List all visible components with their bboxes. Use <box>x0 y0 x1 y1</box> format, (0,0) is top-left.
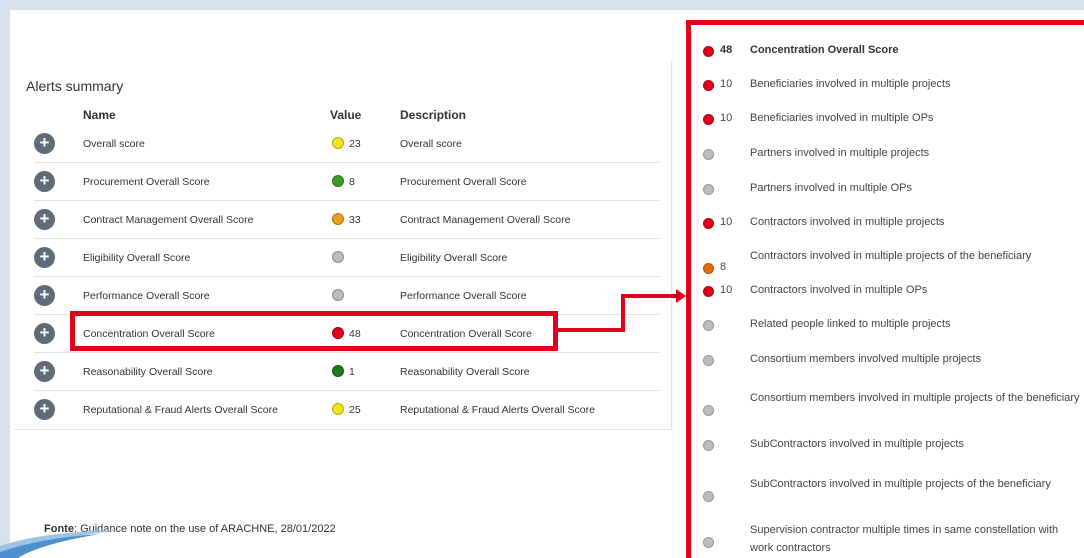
status-dot-icon <box>332 289 344 301</box>
status-dot-icon <box>703 46 714 57</box>
item-label: Concentration Overall Score <box>750 44 899 56</box>
item-value: 10 <box>720 112 733 124</box>
item-label: Beneficiaries involved in multiple proje… <box>750 78 951 90</box>
status-dot-icon <box>703 440 714 451</box>
top-band <box>0 0 1084 10</box>
status-dot-icon <box>703 114 714 125</box>
status-dot-icon <box>703 263 714 274</box>
table-row: + Overall score 23 Overall score <box>34 125 660 163</box>
row-name: Procurement Overall Score <box>83 176 210 188</box>
arrow-right-icon <box>676 289 686 303</box>
connector-line-vertical <box>621 294 625 330</box>
row-description: Reasonability Overall Score <box>400 366 530 378</box>
table-row: + Contract Management Overall Score 33 Cont… <box>34 201 660 239</box>
item-value: 10 <box>720 284 733 296</box>
item-value: 10 <box>720 216 733 228</box>
row-value <box>332 289 349 302</box>
item-value: 8 <box>720 261 727 273</box>
item-value: 10 <box>720 78 733 90</box>
status-dot-icon <box>703 355 714 366</box>
row-value: 1 <box>332 365 355 378</box>
row-value <box>332 251 349 264</box>
item-label: Contractors involved in multiple OPs <box>750 284 928 296</box>
row-name: Reputational & Fraud Alerts Overall Scor… <box>83 404 278 416</box>
connector-line-top <box>621 294 677 298</box>
table-row: + Performance Overall Score Performance Ov… <box>34 277 660 315</box>
table-row: + Reputational & Fraud Alerts Overall Sco… <box>34 391 660 429</box>
row-value-number: 8 <box>349 176 355 188</box>
expand-plus-icon[interactable]: + <box>34 285 55 306</box>
item-label: Related people linked to multiple projec… <box>750 318 951 330</box>
status-dot-icon <box>703 80 714 91</box>
expand-plus-icon[interactable]: + <box>34 399 55 420</box>
column-header-name: Name <box>83 108 116 122</box>
status-dot-icon <box>332 137 344 149</box>
item-value: 48 <box>720 44 733 56</box>
row-description: Procurement Overall Score <box>400 176 527 188</box>
item-label: Partners involved in multiple projects <box>750 147 930 159</box>
row-name: Contract Management Overall Score <box>83 214 254 226</box>
expand-plus-icon[interactable]: + <box>34 209 55 230</box>
column-header-description: Description <box>400 108 467 122</box>
row-description: Eligibility Overall Score <box>400 252 508 264</box>
row-description: Contract Management Overall Score <box>400 214 571 226</box>
item-label: SubContractors involved in multiple proj… <box>750 478 1051 490</box>
item-label: SubContractors involved in multiple proj… <box>750 438 964 450</box>
item-label: Beneficiaries involved in multiple OPs <box>750 112 934 124</box>
row-description: Reputational & Fraud Alerts Overall Scor… <box>400 404 595 416</box>
row-description: Overall score <box>400 138 462 150</box>
row-value: 33 <box>332 213 361 226</box>
row-value: 8 <box>332 175 355 188</box>
row-name: Performance Overall Score <box>83 290 210 302</box>
status-dot-icon <box>703 405 714 416</box>
expand-plus-icon[interactable]: + <box>34 247 55 268</box>
expand-plus-icon[interactable]: + <box>34 323 55 344</box>
status-dot-icon <box>332 175 344 187</box>
status-dot-icon <box>332 365 344 377</box>
decorative-swoosh <box>0 530 120 558</box>
status-dot-icon <box>703 320 714 331</box>
concentration-detail-panel: 48 Concentration Overall Score 10 Beneficia… <box>686 20 1084 558</box>
item-label: Partners involved in multiple OPs <box>750 182 913 194</box>
status-dot-icon <box>332 251 344 263</box>
status-dot-icon <box>703 184 714 195</box>
status-dot-icon <box>332 213 344 225</box>
status-dot-icon <box>332 403 344 415</box>
table-row: + Procurement Overall Score 8 Procurement O… <box>34 163 660 201</box>
item-label: Contractors involved in multiple project… <box>750 216 945 228</box>
row-value-number: 25 <box>349 404 361 416</box>
expand-plus-icon[interactable]: + <box>34 133 55 154</box>
table-row: + Reasonability Overall Score 1 Reasonabili… <box>34 353 660 391</box>
table-row: + Eligibility Overall Score Eligibility Ov… <box>34 239 660 277</box>
row-value: 23 <box>332 137 361 150</box>
item-label: Consortium members involved in multiple … <box>750 392 1080 404</box>
status-dot-icon <box>703 491 714 502</box>
row-name: Reasonability Overall Score <box>83 366 213 378</box>
panel-title: Alerts summary <box>26 78 124 94</box>
highlight-box <box>70 311 558 351</box>
expand-plus-icon[interactable]: + <box>34 361 55 382</box>
status-dot-icon <box>703 537 714 548</box>
row-value-number: 1 <box>349 366 355 378</box>
expand-plus-icon[interactable]: + <box>34 171 55 192</box>
status-dot-icon <box>703 149 714 160</box>
item-label: Consortium members involved multiple pro… <box>750 353 982 365</box>
alerts-summary-panel: Alerts summary Name Value Description + O… <box>14 60 672 430</box>
item-label: Contractors involved in multiple project… <box>750 250 1032 262</box>
status-dot-icon <box>703 286 714 297</box>
item-label: Supervision contractor multiple times in… <box>750 524 1059 554</box>
row-name: Overall score <box>83 138 145 150</box>
row-value-number: 23 <box>349 138 361 150</box>
row-name: Eligibility Overall Score <box>83 252 191 264</box>
row-value-number: 33 <box>349 214 361 226</box>
status-dot-icon <box>703 218 714 229</box>
row-value: 25 <box>332 403 361 416</box>
column-header-value: Value <box>330 108 362 122</box>
connector-line <box>556 328 625 332</box>
row-description: Performance Overall Score <box>400 290 527 302</box>
